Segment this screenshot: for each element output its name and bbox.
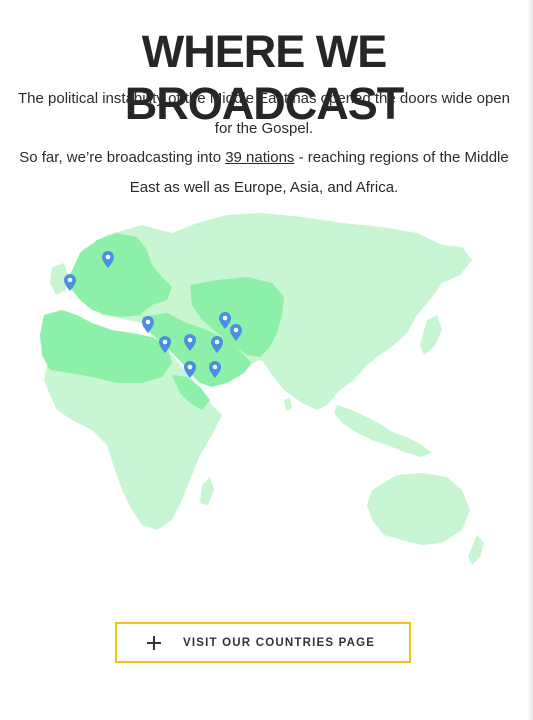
land-australia — [367, 473, 470, 545]
visit-countries-label: VISIT OUR COUNTRIES PAGE — [183, 636, 376, 649]
intro-line-1: The political instability of the Middle … — [18, 90, 510, 137]
land-sri-lanka — [284, 398, 292, 411]
plus-icon — [147, 635, 161, 650]
land-sea-islands — [334, 405, 432, 457]
intro-text: The political instability of the Middle … — [12, 84, 516, 202]
broadcast-map — [22, 205, 492, 590]
intro-line-2-prefix: So far, we’re broadcasting into — [19, 149, 226, 166]
land-japan — [420, 315, 442, 355]
intro-line-2: So far, we’re broadcasting into 39 natio… — [12, 143, 516, 202]
visit-countries-button[interactable]: VISIT OUR COUNTRIES PAGE — [115, 622, 411, 663]
world-map — [40, 213, 484, 565]
land-new-zealand — [468, 535, 484, 565]
nations-link[interactable]: 39 nations — [225, 149, 294, 166]
land-madagascar — [200, 477, 214, 505]
